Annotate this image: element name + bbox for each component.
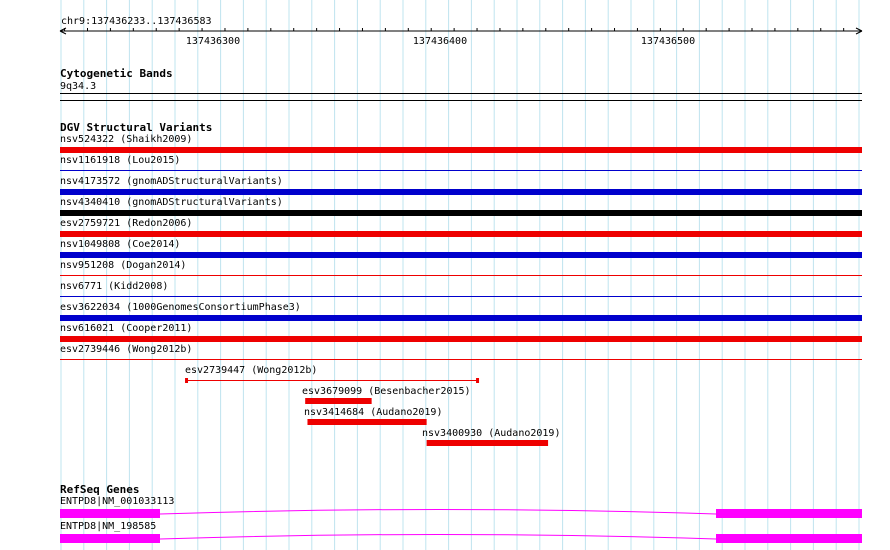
cytoband-line-top <box>60 93 862 94</box>
gene-exon[interactable] <box>716 509 862 518</box>
variant-label[interactable]: nsv951208 (Dogan2014) <box>60 260 186 271</box>
variant-label[interactable]: nsv3414684 (Audano2019) <box>304 407 442 418</box>
variant-bar[interactable] <box>60 336 862 342</box>
track-graphics <box>59 27 863 543</box>
dgv-track-title: DGV Structural Variants <box>60 121 213 134</box>
refseq-track-title: RefSeq Genes <box>60 483 140 496</box>
gene-exon[interactable] <box>60 534 160 543</box>
variant-bar[interactable] <box>186 380 478 381</box>
variant-bar-end <box>185 378 189 383</box>
location-label: chr9:137436233..137436583 <box>61 16 212 27</box>
variant-label[interactable]: esv2759721 (Redon2006) <box>60 218 192 229</box>
variant-bar[interactable] <box>60 147 862 153</box>
variant-label[interactable]: nsv616021 (Cooper2011) <box>60 323 192 334</box>
variant-label[interactable]: nsv1161918 (Lou2015) <box>60 155 180 166</box>
cytoband-line-bottom <box>60 100 862 101</box>
variant-bar[interactable] <box>60 315 862 321</box>
variant-label[interactable]: esv2739446 (Wong2012b) <box>60 344 192 355</box>
variant-label[interactable]: nsv3400930 (Audano2019) <box>422 428 560 439</box>
variant-label[interactable]: nsv524322 (Shaikh2009) <box>60 134 192 145</box>
variant-bar[interactable] <box>60 252 862 258</box>
ruler-tick-label-3: 137436500 <box>640 36 696 47</box>
gene-exon[interactable] <box>716 534 862 543</box>
variant-label[interactable]: nsv4173572 (gnomADStructuralVariants) <box>60 176 283 187</box>
variant-label[interactable]: nsv1049808 (Coe2014) <box>60 239 180 250</box>
gene-label[interactable]: ENTPD8|NM_198585 <box>60 521 156 532</box>
gene-intron <box>159 509 717 515</box>
variant-bar[interactable] <box>307 419 427 425</box>
variant-bar[interactable] <box>426 440 549 446</box>
variant-bar[interactable] <box>60 231 862 237</box>
variant-label[interactable]: esv3622034 (1000GenomesConsortiumPhase3) <box>60 302 301 313</box>
gene-intron <box>159 534 717 540</box>
variant-bar[interactable] <box>60 210 862 216</box>
gene-exon[interactable] <box>60 509 160 518</box>
variant-bar-end <box>476 378 480 383</box>
variant-bar[interactable] <box>60 275 862 276</box>
ruler-tick-label-1: 137436300 <box>185 36 241 47</box>
cytoband-label: 9q34.3 <box>60 81 97 92</box>
variant-bar[interactable] <box>60 359 862 360</box>
variant-label[interactable]: esv3679099 (Besenbacher2015) <box>302 386 471 397</box>
variant-label[interactable]: nsv4340410 (gnomADStructuralVariants) <box>60 197 283 208</box>
cytoband-track-title: Cytogenetic Bands <box>60 67 173 80</box>
variant-bar[interactable] <box>60 296 862 297</box>
variant-label[interactable]: esv2739447 (Wong2012b) <box>185 365 317 376</box>
variant-bar[interactable] <box>60 170 862 171</box>
variant-bar[interactable] <box>305 398 372 404</box>
variant-label[interactable]: nsv6771 (Kidd2008) <box>60 281 168 292</box>
ruler-tick-label-2: 137436400 <box>412 36 468 47</box>
genome-browser-view: chr9:137436233..137436583 137436300 1374… <box>0 0 890 550</box>
gene-label[interactable]: ENTPD8|NM_001033113 <box>60 496 174 507</box>
variant-bar[interactable] <box>60 189 862 195</box>
